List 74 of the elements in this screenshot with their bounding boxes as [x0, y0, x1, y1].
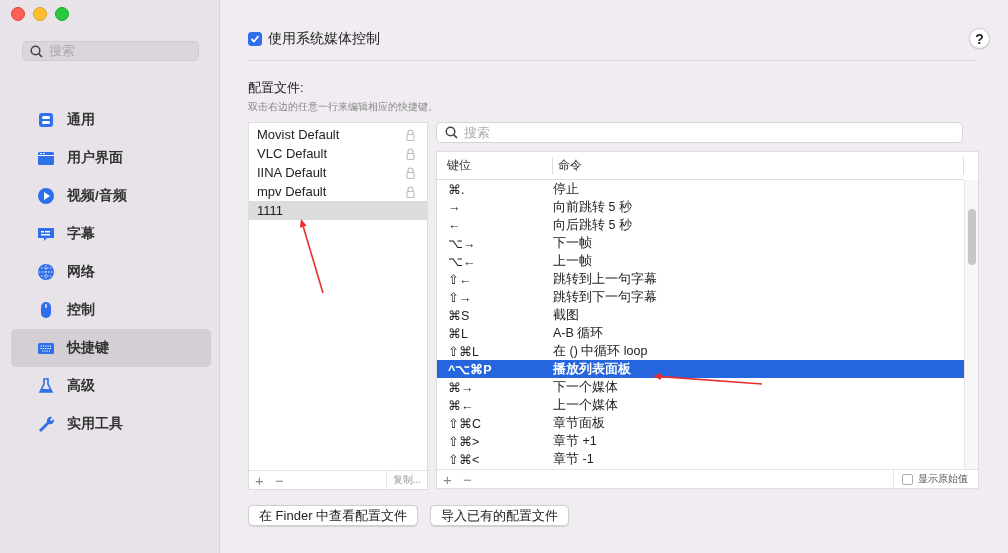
window-icon: [37, 149, 55, 167]
toggle-icon: [37, 111, 55, 129]
sidebar-item[interactable]: 快捷键: [11, 329, 211, 367]
sidebar-item[interactable]: 视频/音频: [11, 177, 211, 215]
command-cell: A-B 循环: [553, 324, 604, 342]
key-cell-text: ⌘←: [447, 397, 475, 413]
command-cell: 停止: [553, 180, 579, 198]
command-cell: 向前跳转 5 秒: [553, 198, 632, 216]
profile-item[interactable]: VLC Default: [249, 144, 427, 163]
command-cell: 上一帧: [553, 252, 592, 270]
action-button[interactable]: 导入已有的配置文件: [430, 505, 570, 526]
command-cell: 向后跳转 5 秒: [553, 216, 632, 234]
wrench-icon: [37, 415, 55, 433]
speech-bubble-icon: [37, 225, 55, 243]
key-cell-text: ⇧⌘>: [447, 433, 481, 449]
command-cell: 跳转到下一句字幕: [553, 288, 657, 306]
add-button[interactable]: +: [437, 470, 457, 488]
play-icon: [37, 187, 55, 205]
key-cell-text: ⌘.: [447, 181, 466, 197]
profile-item[interactable]: IINA Default: [249, 163, 427, 182]
section-title: 配置文件:: [248, 79, 305, 97]
profile-item[interactable]: 1111: [249, 201, 427, 220]
sidebar-item[interactable]: 实用工具: [11, 405, 211, 443]
hint-text: 双击右边的任意一行来编辑相应的快捷键。: [248, 100, 439, 114]
remove-button[interactable]: −: [457, 470, 477, 488]
command-cell: 在 () 中循环 loop: [553, 342, 648, 360]
command-cell: 章节 -1: [553, 450, 594, 468]
sidebar-item[interactable]: 用户界面: [11, 139, 211, 177]
sidebar-item[interactable]: 控制: [11, 291, 211, 329]
add-button[interactable]: +: [249, 471, 269, 489]
scrollbar[interactable]: [964, 180, 978, 469]
minimize-button[interactable]: [33, 7, 47, 21]
key-cell-text: →: [447, 200, 462, 214]
command-cell: 上一个媒体: [553, 396, 618, 414]
sidebar-item[interactable]: 高级: [11, 367, 211, 405]
help-button[interactable]: ?: [969, 28, 990, 49]
sidebar-item[interactable]: 通用: [11, 101, 211, 139]
key-cell-text: ⌘→: [447, 379, 475, 395]
key-cell-text: ⇧←: [447, 271, 473, 287]
command-cell: 下一帧: [553, 234, 592, 252]
zoom-button[interactable]: [55, 7, 69, 21]
command-cell: 章节面板: [553, 414, 605, 432]
key-cell-text: ⇧⌘L: [447, 343, 480, 359]
sidebar-item[interactable]: 字幕: [11, 215, 211, 253]
key-cell-text: ⌘S: [447, 307, 471, 323]
column-header[interactable]: 命令: [552, 157, 964, 174]
globe-icon: [37, 263, 55, 281]
key-cell-text: ⇧→: [447, 289, 473, 305]
key-cell-text: ⌥→: [447, 235, 477, 251]
command-cell: 截图: [553, 306, 579, 324]
close-button[interactable]: [11, 7, 25, 21]
command-cell: 跳转到上一句字幕: [553, 270, 657, 288]
sidebar-item[interactable]: 网络: [11, 253, 211, 291]
command-cell: 下一个媒体: [553, 378, 618, 396]
search-icon: [30, 44, 43, 58]
remove-button[interactable]: −: [269, 471, 289, 489]
key-cell-text: ^⌥⌘P: [447, 361, 493, 377]
key-cell-text: ←: [447, 218, 462, 232]
key-cell-text: ⇧⌘<: [447, 451, 481, 467]
profile-item[interactable]: Movist Default: [249, 125, 427, 144]
flask-icon: [37, 377, 55, 395]
action-button[interactable]: 在 Finder 中查看配置文件: [248, 505, 419, 526]
key-cell-text: ⇧⌘C: [447, 415, 483, 431]
command-cell: 播放列表面板: [553, 360, 631, 378]
key-cell-text: ⌘L: [447, 325, 469, 341]
column-header[interactable]: 键位: [437, 158, 552, 173]
media-control-checkbox[interactable]: 使用系统媒体控制: [248, 29, 380, 48]
key-cell-text: ⌥←: [447, 253, 477, 269]
command-cell: 章节 +1: [553, 432, 597, 450]
checkmark-icon: [250, 33, 260, 44]
show-raw-checkbox[interactable]: 显示原始值: [893, 470, 978, 488]
profile-item[interactable]: mpv Default: [249, 182, 427, 201]
scroll-thumb[interactable]: [968, 209, 976, 265]
search-icon: [445, 126, 458, 139]
